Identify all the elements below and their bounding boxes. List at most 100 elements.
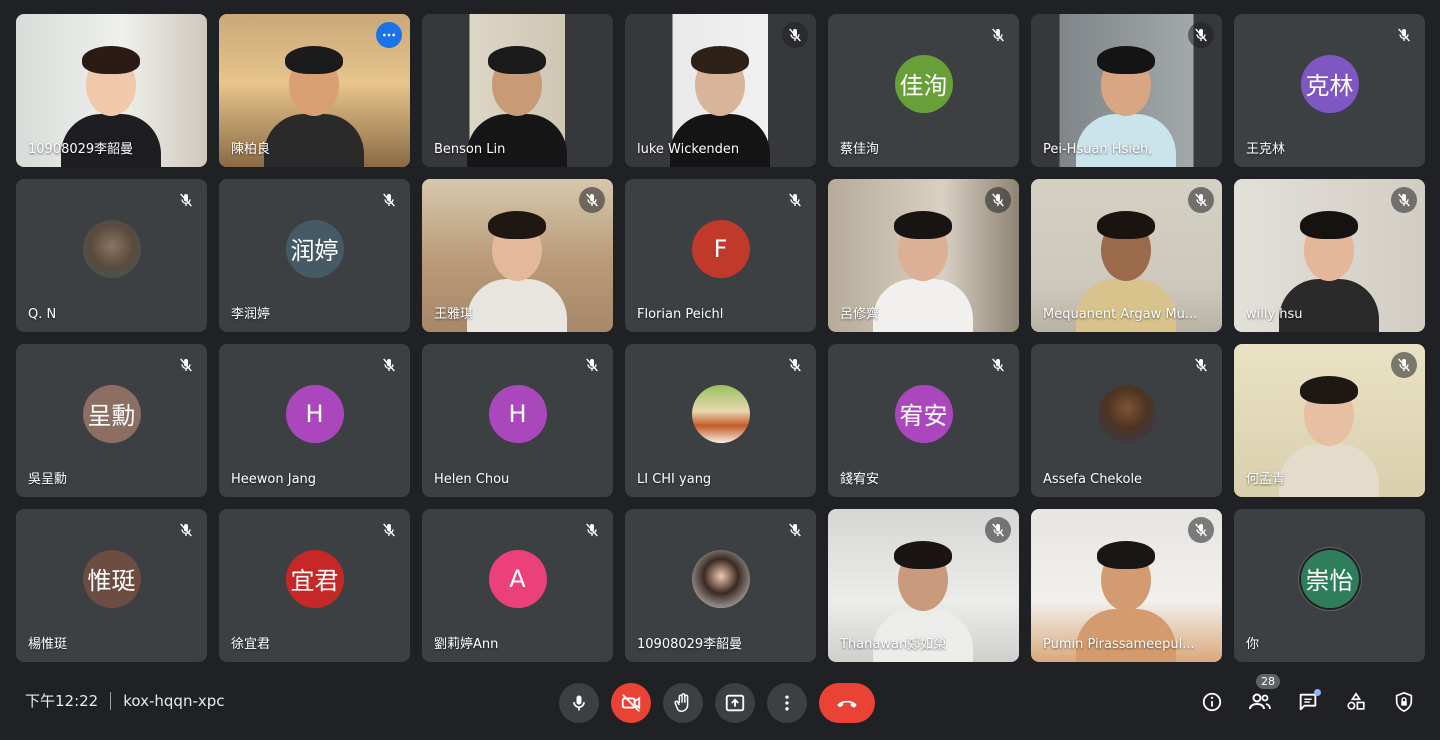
participant-name: 何孟青 bbox=[1246, 472, 1286, 487]
man-portrait-photo bbox=[1097, 384, 1156, 443]
participant-name: LI CHI yang bbox=[637, 472, 712, 487]
mic-off-icon bbox=[1391, 187, 1417, 213]
participant-tile[interactable]: 惟珽 楊惟珽 bbox=[16, 509, 207, 662]
participant-avatar: 崇怡 bbox=[1300, 549, 1359, 608]
people-button[interactable]: 28 bbox=[1242, 674, 1280, 720]
participant-name: 10908029李韶曼 bbox=[637, 637, 743, 652]
participant-name: 你 bbox=[1246, 637, 1260, 652]
participant-avatar: 呈勳 bbox=[82, 384, 141, 443]
raise-hand-button[interactable] bbox=[663, 683, 703, 723]
mic-off-icon bbox=[1188, 22, 1214, 48]
mic-off-icon bbox=[1188, 352, 1214, 378]
side-panel-controls: 28 bbox=[1194, 674, 1422, 720]
more-horiz-icon[interactable] bbox=[376, 22, 402, 48]
participant-tile[interactable]: LI CHI yang bbox=[625, 344, 816, 497]
flower-cart-photo bbox=[691, 384, 750, 443]
participant-tile[interactable]: 呈勳 吳呈勳 bbox=[16, 344, 207, 497]
participant-tile[interactable]: 呂修齊 bbox=[828, 179, 1019, 332]
participant-name: Q. N bbox=[28, 307, 57, 322]
participant-tile[interactable]: Benson Lin bbox=[422, 14, 613, 167]
participant-name: 王雅琪 bbox=[434, 307, 474, 322]
meeting-info: 下午12:22 kox-hqqn-xpc bbox=[25, 690, 225, 711]
participant-tile[interactable]: F Florian Peichl bbox=[625, 179, 816, 332]
people-count-badge: 28 bbox=[1256, 674, 1280, 689]
raise-hand-icon bbox=[674, 693, 689, 712]
participant-avatar: 克林 bbox=[1300, 54, 1359, 113]
meeting-time: 下午12:22 bbox=[25, 692, 99, 710]
mic-off-icon bbox=[1188, 517, 1214, 543]
hangup-button[interactable] bbox=[819, 683, 875, 723]
raccoon-photo bbox=[82, 219, 141, 278]
mic-off-icon bbox=[985, 517, 1011, 543]
participant-tile[interactable]: 克林王克林 bbox=[1234, 14, 1425, 167]
participant-name: 蔡佳洵 bbox=[840, 142, 880, 157]
participant-avatar: 润婷 bbox=[285, 219, 344, 278]
participant-avatar: 宥安 bbox=[894, 384, 953, 443]
mic-off-icon bbox=[173, 187, 199, 213]
participant-avatar: 佳洵 bbox=[894, 54, 953, 113]
info-icon bbox=[1202, 692, 1222, 712]
participant-name: Thanawan鄭如榮 bbox=[840, 637, 947, 652]
participant-tile[interactable]: 润婷 李润婷 bbox=[219, 179, 410, 332]
present-button[interactable] bbox=[715, 683, 755, 723]
participant-tile[interactable]: luke Wickenden bbox=[625, 14, 816, 167]
mic-off-icon bbox=[579, 517, 605, 543]
participant-tile[interactable]: 王雅琪 bbox=[422, 179, 613, 332]
participant-tile[interactable]: Pumin Pirassameepul... bbox=[1031, 509, 1222, 662]
bottom-toolbar: 下午12:22 kox-hqqn-xpc 28 bbox=[0, 672, 1440, 740]
activities-button[interactable] bbox=[1338, 684, 1374, 720]
mic-off-icon bbox=[985, 187, 1011, 213]
more-options-button[interactable] bbox=[767, 683, 807, 723]
participant-tile[interactable]: Q. N bbox=[16, 179, 207, 332]
participant-tile[interactable]: 何孟青 bbox=[1234, 344, 1425, 497]
participant-tile[interactable]: Mequanent Argaw Mu... bbox=[1031, 179, 1222, 332]
participant-tile[interactable]: Thanawan鄭如榮 bbox=[828, 509, 1019, 662]
meeting-details-button[interactable] bbox=[1194, 684, 1230, 720]
participant-tile[interactable]: A 劉莉婷Ann bbox=[422, 509, 613, 662]
mic-off-icon bbox=[985, 22, 1011, 48]
participant-tile[interactable]: 崇怡你 bbox=[1234, 509, 1425, 662]
participant-tile[interactable]: 宜君 徐宜君 bbox=[219, 509, 410, 662]
participant-name: 10908029李韶曼 bbox=[28, 142, 134, 157]
participant-tile[interactable]: 佳洵蔡佳洵 bbox=[828, 14, 1019, 167]
participant-tile[interactable]: 10908029李韶曼 bbox=[16, 14, 207, 167]
chat-button[interactable] bbox=[1290, 684, 1326, 720]
participant-tile[interactable]: 10908029李韶曼 bbox=[625, 509, 816, 662]
more-vert-icon bbox=[785, 695, 789, 711]
participant-tile[interactable]: 陳柏良 bbox=[219, 14, 410, 167]
mic-icon bbox=[573, 695, 585, 711]
participant-name: 錢宥安 bbox=[840, 472, 880, 487]
mic-off-icon bbox=[579, 352, 605, 378]
mic-off-icon bbox=[985, 352, 1011, 378]
participant-tile[interactable]: H Heewon Jang bbox=[219, 344, 410, 497]
participant-name: Pei-Hsuan Hsieh, bbox=[1043, 142, 1153, 157]
notification-dot bbox=[1314, 689, 1321, 696]
mic-off-icon bbox=[376, 187, 402, 213]
mic-off-icon bbox=[782, 22, 808, 48]
mic-off-icon bbox=[376, 517, 402, 543]
mic-off-icon bbox=[1391, 352, 1417, 378]
people-icon bbox=[1249, 693, 1271, 710]
camera-button[interactable] bbox=[611, 683, 651, 723]
participant-tile[interactable]: Assefa Chekole bbox=[1031, 344, 1222, 497]
participant-tile[interactable]: willy hsu bbox=[1234, 179, 1425, 332]
mic-off-icon bbox=[782, 187, 808, 213]
mic-off-icon bbox=[173, 352, 199, 378]
participant-name: Pumin Pirassameepul... bbox=[1043, 637, 1195, 652]
present-icon bbox=[725, 694, 745, 712]
host-controls-button[interactable] bbox=[1386, 684, 1422, 720]
microphone-button[interactable] bbox=[559, 683, 599, 723]
participant-tile[interactable]: Pei-Hsuan Hsieh, bbox=[1031, 14, 1222, 167]
participant-name: Assefa Chekole bbox=[1043, 472, 1143, 487]
hangup-icon bbox=[837, 700, 857, 708]
mic-off-icon bbox=[173, 517, 199, 543]
participant-name: Benson Lin bbox=[434, 142, 506, 157]
participant-tile[interactable]: 宥安錢宥安 bbox=[828, 344, 1019, 497]
participant-tile[interactable]: H Helen Chou bbox=[422, 344, 613, 497]
woman-portrait-photo bbox=[691, 549, 750, 608]
participant-name: Helen Chou bbox=[434, 472, 510, 487]
participant-name: Florian Peichl bbox=[637, 307, 724, 322]
participant-name: 王克林 bbox=[1246, 142, 1286, 157]
participant-grid: 10908029李韶曼 陳柏良 Benson Lin luke Wickenden 佳洵… bbox=[16, 14, 1425, 662]
mic-off-icon bbox=[376, 352, 402, 378]
